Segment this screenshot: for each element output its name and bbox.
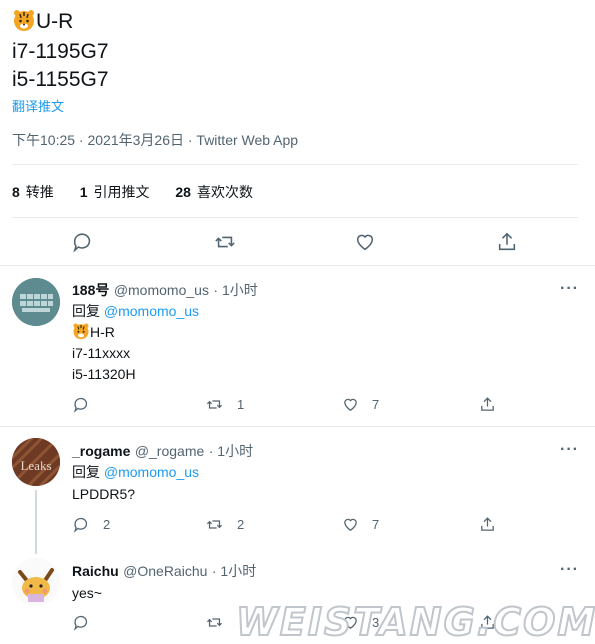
reply-text-line: i7-11xxxx bbox=[72, 345, 131, 361]
reply-time[interactable]: · 1小时 bbox=[209, 443, 253, 459]
tweet-text: U-R bbox=[36, 10, 74, 33]
more-options-icon[interactable]: ··· bbox=[560, 561, 579, 579]
tweet-stats: 8 转推 1 引用推文 28 喜欢次数 bbox=[12, 182, 275, 202]
divider bbox=[12, 217, 578, 218]
quotes-stat[interactable]: 1 引用推文 bbox=[80, 184, 150, 200]
share-icon[interactable] bbox=[479, 396, 496, 413]
more-options-icon[interactable]: ··· bbox=[560, 280, 579, 298]
reply-header: _rogame @_rogame · 1小时 bbox=[72, 441, 253, 461]
divider bbox=[0, 426, 595, 427]
reply-text-line: H-R bbox=[72, 322, 115, 342]
avatar[interactable] bbox=[12, 278, 60, 326]
divider bbox=[0, 265, 595, 266]
avatar[interactable]: Leaks bbox=[12, 438, 60, 486]
user-handle[interactable]: @momomo_us bbox=[114, 282, 209, 298]
display-name[interactable]: 188号 bbox=[72, 282, 109, 298]
like-icon[interactable] bbox=[354, 231, 376, 253]
reply-text-line: i5-11320H bbox=[72, 366, 136, 382]
reply-icon[interactable] bbox=[73, 516, 90, 533]
reply-count: 2 bbox=[103, 517, 111, 532]
reply-to-line: 回复 @momomo_us bbox=[72, 303, 200, 319]
like-icon[interactable] bbox=[342, 516, 359, 533]
reply-header: 188号 @momomo_us · 1小时 bbox=[72, 280, 258, 300]
watermark: WEISTANG.COM bbox=[235, 599, 595, 644]
more-options-icon[interactable]: ··· bbox=[560, 441, 579, 459]
like-count: 7 bbox=[372, 397, 380, 412]
likes-stat[interactable]: 28 喜欢次数 bbox=[175, 184, 253, 200]
reply-time[interactable]: · 1小时 bbox=[213, 282, 257, 298]
mention-link[interactable]: @momomo_us bbox=[104, 303, 199, 319]
retweets-stat[interactable]: 8 转推 bbox=[12, 184, 54, 200]
reply-header: Raichu @OneRaichu · 1小时 bbox=[72, 561, 256, 581]
retweet-icon[interactable] bbox=[206, 614, 223, 631]
tiger-emoji-icon bbox=[72, 322, 90, 340]
user-handle[interactable]: @OneRaichu bbox=[123, 563, 207, 579]
share-icon[interactable] bbox=[479, 516, 496, 533]
translate-link[interactable]: 翻译推文 bbox=[12, 96, 64, 115]
tweet-meta[interactable]: 下午10:25 · 2021年3月26日 · Twitter Web App bbox=[12, 130, 298, 150]
avatar-text: Leaks bbox=[20, 458, 51, 473]
retweet-icon[interactable] bbox=[214, 231, 236, 253]
user-handle[interactable]: @_rogame bbox=[135, 443, 204, 459]
like-count: 7 bbox=[372, 517, 380, 532]
display-name[interactable]: _rogame bbox=[72, 443, 130, 459]
retweet-count: 1 bbox=[237, 397, 245, 412]
like-icon[interactable] bbox=[342, 396, 359, 413]
tweet-line-2: i7-1195G7 bbox=[12, 40, 109, 63]
tweet-line-3: i5-1155G7 bbox=[12, 68, 109, 91]
reply-time[interactable]: · 1小时 bbox=[212, 563, 256, 579]
display-name[interactable]: Raichu bbox=[72, 563, 119, 579]
tweet-line-1: U-R bbox=[12, 8, 73, 35]
reply-to-line: 回复 @momomo_us bbox=[72, 464, 200, 480]
reply-text-line: yes~ bbox=[72, 585, 102, 601]
mention-link[interactable]: @momomo_us bbox=[104, 464, 199, 480]
reply-icon[interactable] bbox=[73, 614, 90, 631]
retweet-icon[interactable] bbox=[206, 516, 223, 533]
retweet-count: 2 bbox=[237, 517, 245, 532]
share-icon[interactable] bbox=[496, 231, 518, 253]
reply-text-line: LPDDR5? bbox=[72, 486, 136, 502]
avatar[interactable] bbox=[12, 558, 60, 606]
thread-line bbox=[35, 490, 37, 554]
retweet-icon[interactable] bbox=[206, 396, 223, 413]
reply-icon[interactable] bbox=[72, 231, 94, 253]
tiger-emoji-icon bbox=[12, 8, 36, 32]
reply-icon[interactable] bbox=[73, 396, 90, 413]
divider bbox=[12, 164, 578, 165]
